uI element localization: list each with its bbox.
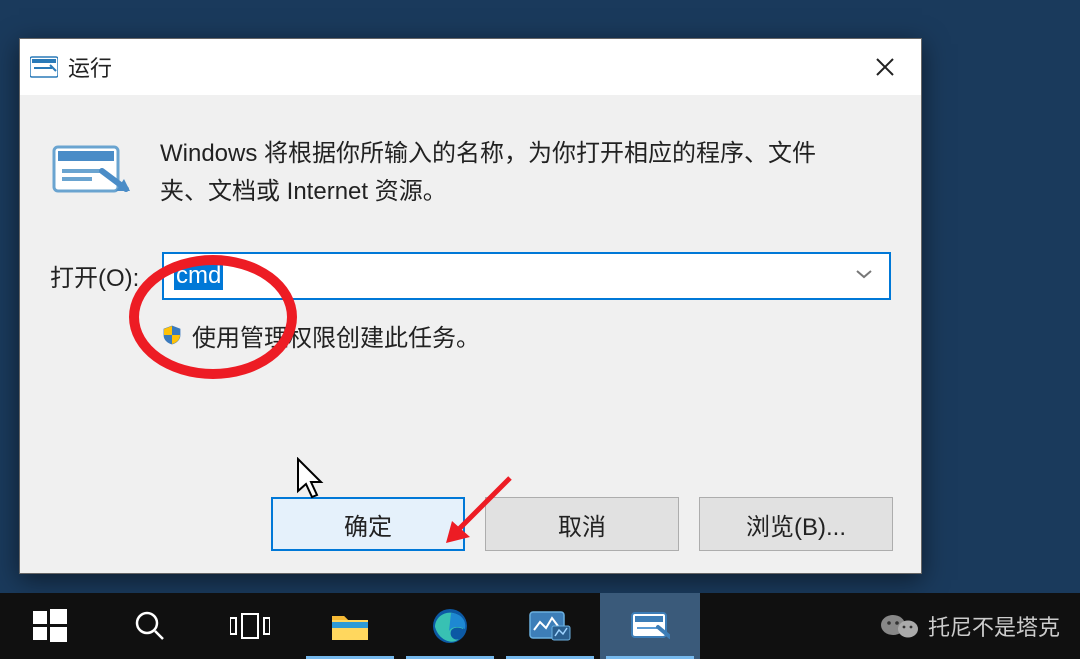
open-combobox[interactable]: cmd	[162, 252, 891, 300]
folder-icon	[330, 610, 370, 642]
cancel-button[interactable]: 取消	[485, 497, 679, 551]
dialog-title: 运行	[68, 51, 112, 83]
button-bar: 确定 取消 浏览(B)...	[271, 497, 893, 551]
file-explorer-button[interactable]	[300, 593, 400, 659]
admin-row: 使用管理权限创建此任务。	[162, 318, 891, 353]
perfmon-button[interactable]	[500, 593, 600, 659]
monitor-icon	[528, 608, 572, 644]
run-taskbar-icon	[630, 611, 670, 641]
titlebar[interactable]: 运行	[20, 39, 921, 95]
search-icon	[133, 609, 167, 643]
dialog-body: Windows 将根据你所输入的名称，为你打开相应的程序、文件夹、文档或 Int…	[20, 95, 921, 573]
search-button[interactable]	[100, 593, 200, 659]
run-taskbar-button[interactable]	[600, 593, 700, 659]
close-icon	[875, 57, 895, 77]
open-label: 打开(O):	[50, 258, 162, 293]
task-view-button[interactable]	[200, 593, 300, 659]
close-button[interactable]	[849, 39, 921, 95]
run-large-icon	[50, 141, 130, 197]
open-value: cmd	[174, 262, 223, 290]
shield-icon	[162, 325, 182, 345]
run-dialog: 运行 Windows 将根据你所输入的名称，为你打开相应的程序、文件夹、文档或 …	[19, 38, 922, 574]
open-row: 打开(O): cmd	[50, 252, 891, 300]
ok-button[interactable]: 确定	[271, 497, 465, 551]
edge-icon	[431, 607, 469, 645]
chevron-down-icon[interactable]	[855, 267, 873, 285]
browse-button[interactable]: 浏览(B)...	[699, 497, 893, 551]
description-text: Windows 将根据你所输入的名称，为你打开相应的程序、文件夹、文档或 Int…	[160, 135, 860, 212]
edge-button[interactable]	[400, 593, 500, 659]
run-window-icon	[30, 55, 58, 79]
admin-text: 使用管理权限创建此任务。	[192, 318, 480, 353]
taskbar[interactable]	[0, 593, 1080, 659]
windows-icon	[33, 609, 67, 643]
task-view-icon	[230, 610, 270, 642]
start-button[interactable]	[0, 593, 100, 659]
